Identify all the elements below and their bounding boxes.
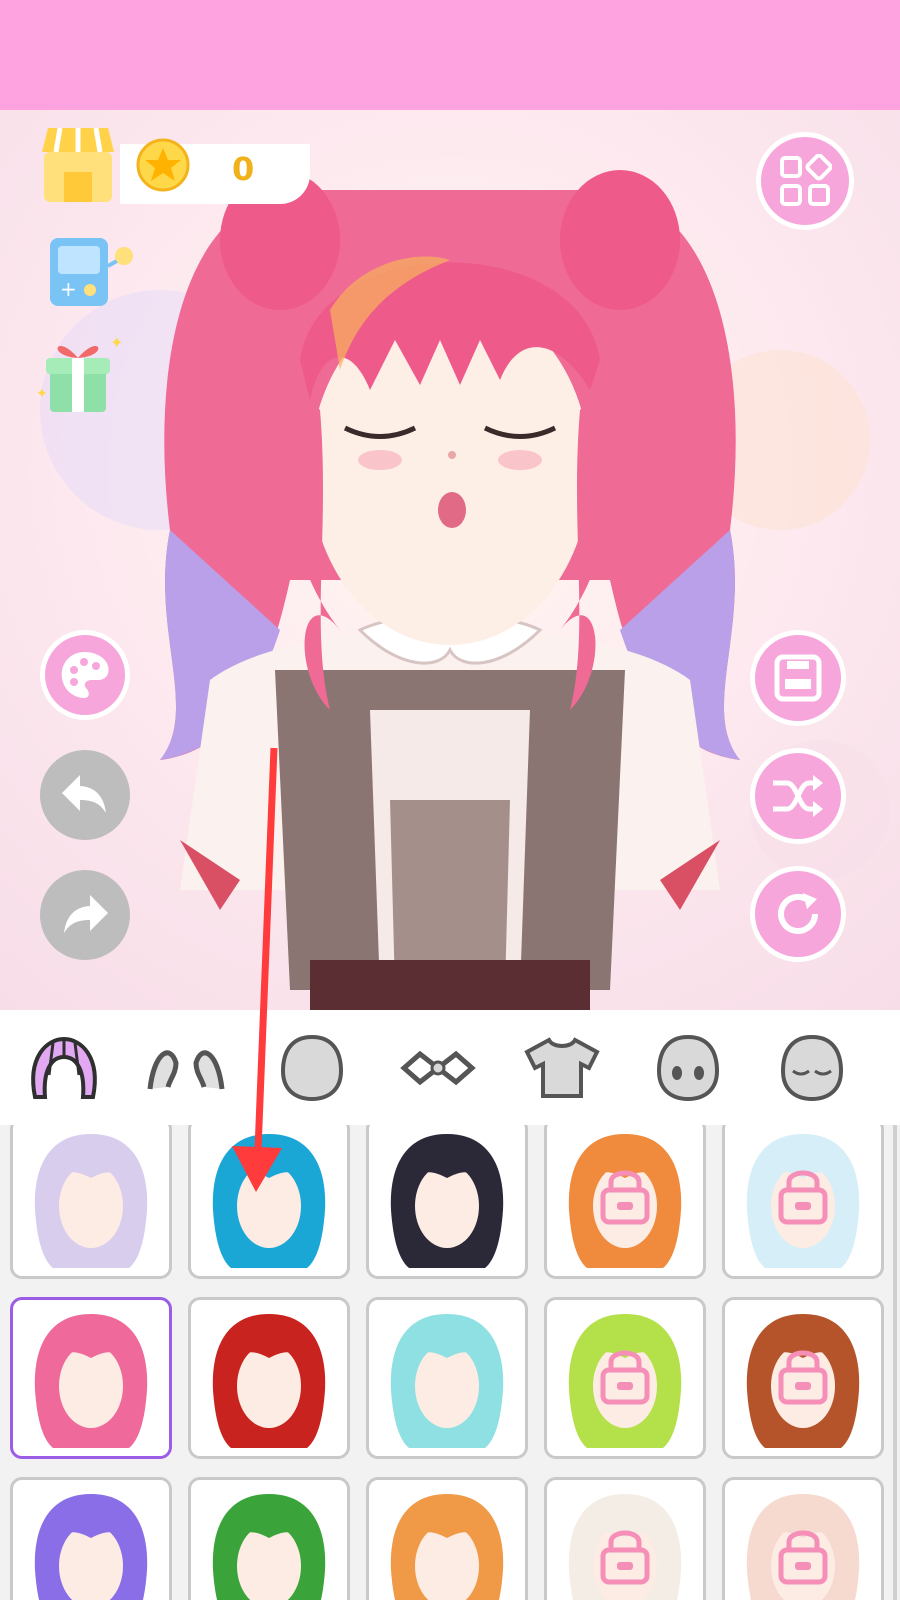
hair-style-thumbnail: [390, 1314, 504, 1448]
coin-icon: [136, 138, 190, 196]
category-ears-tab[interactable]: [146, 1032, 226, 1104]
hair-style-thumbnail: [212, 1134, 326, 1268]
accessory-icon: [400, 1050, 476, 1086]
face-closed-eyes-icon: [780, 1034, 844, 1102]
hair-option-tile[interactable]: [544, 1297, 706, 1459]
hair-style-thumbnail: [568, 1494, 682, 1600]
hair-option-tile[interactable]: [722, 1477, 884, 1600]
refresh-button[interactable]: [750, 866, 846, 962]
category-eyes-tab[interactable]: [648, 1032, 728, 1104]
hair-style-thumbnail: [568, 1314, 682, 1448]
gift-icon[interactable]: ✦ ✦: [36, 332, 126, 420]
category-head-tab[interactable]: [272, 1032, 352, 1104]
shop-icon[interactable]: [38, 122, 118, 210]
hair-options-grid: [0, 1125, 900, 1600]
hair-option-tile[interactable]: [188, 1477, 350, 1600]
refresh-icon: [778, 893, 818, 934]
svg-text:✦: ✦: [36, 386, 48, 402]
top-bar: [0, 0, 900, 110]
hair-style-thumbnail: [746, 1134, 860, 1268]
hair-option-tile[interactable]: [366, 1477, 528, 1600]
hair-option-tile[interactable]: [366, 1125, 528, 1279]
hair-style-thumbnail: [212, 1494, 326, 1600]
undo-icon: [62, 775, 106, 813]
undo-button[interactable]: [40, 750, 130, 840]
category-bar: [0, 1010, 900, 1125]
redo-button[interactable]: [40, 870, 130, 960]
hair-style-thumbnail: [390, 1494, 504, 1600]
grid-menu-icon: [780, 154, 832, 206]
face-eyes-icon: [656, 1034, 720, 1102]
hair-option-tile[interactable]: [366, 1297, 528, 1459]
hair-style-thumbnail: [34, 1134, 148, 1268]
category-expression-tab[interactable]: [772, 1032, 852, 1104]
hair-option-tile[interactable]: [10, 1125, 172, 1279]
ears-icon: [147, 1050, 225, 1090]
grid-scrollbar[interactable]: [893, 1125, 897, 1600]
head-icon: [280, 1034, 344, 1102]
shirt-icon: [524, 1037, 600, 1098]
hair-option-tile[interactable]: [188, 1297, 350, 1459]
hair-option-tile[interactable]: [188, 1125, 350, 1279]
svg-text:+: +: [60, 277, 77, 301]
save-icon: [774, 654, 822, 702]
hair-option-tile[interactable]: [544, 1125, 706, 1279]
palette-icon: [61, 652, 109, 698]
hair-icon: [31, 1036, 97, 1099]
palette-button[interactable]: [40, 630, 130, 720]
hair-style-thumbnail: [568, 1134, 682, 1268]
menu-button[interactable]: [756, 132, 854, 230]
svg-text:✦: ✦: [110, 333, 123, 352]
category-clothes-tab[interactable]: [522, 1032, 602, 1104]
hair-style-thumbnail: [34, 1494, 148, 1600]
category-accessory-tab[interactable]: [398, 1032, 478, 1104]
shuffle-button[interactable]: [750, 748, 846, 844]
save-button[interactable]: [750, 630, 846, 726]
game-icon[interactable]: +: [48, 236, 138, 314]
shuffle-icon: [773, 775, 823, 817]
hair-option-tile[interactable]: [10, 1297, 172, 1459]
hair-option-tile[interactable]: [10, 1477, 172, 1600]
character-stage: 0 + ✦ ✦: [0, 110, 900, 1010]
hair-style-thumbnail: [390, 1134, 504, 1268]
hair-option-tile[interactable]: [722, 1125, 884, 1279]
hair-style-thumbnail: [746, 1494, 860, 1600]
hair-style-thumbnail: [34, 1314, 148, 1448]
hair-option-tile[interactable]: [722, 1297, 884, 1459]
redo-icon: [64, 895, 108, 933]
hair-style-thumbnail: [746, 1314, 860, 1448]
coin-count: 0: [232, 150, 255, 188]
category-hair-tab[interactable]: [24, 1032, 104, 1104]
hair-style-thumbnail: [212, 1314, 326, 1448]
hair-option-tile[interactable]: [544, 1477, 706, 1600]
